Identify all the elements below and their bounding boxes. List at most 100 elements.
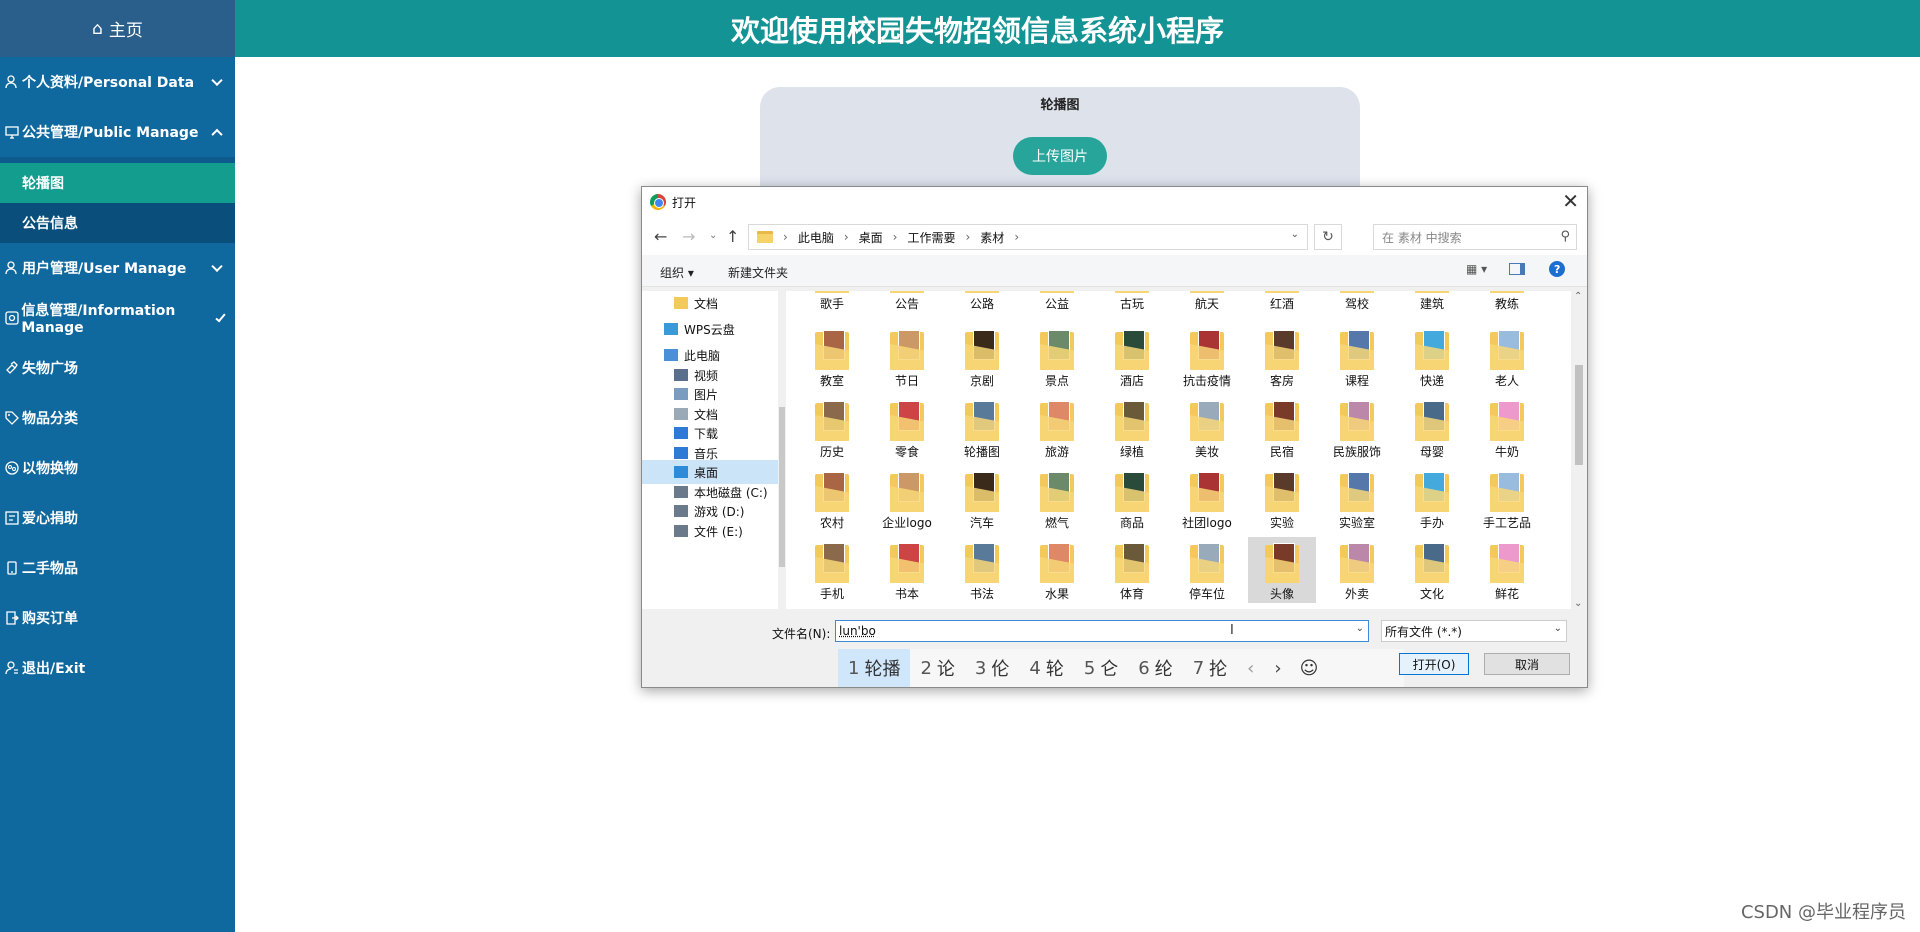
folder-item[interactable]: 农村 (798, 466, 866, 532)
folder-item[interactable]: 公路 (948, 291, 1016, 313)
folder-item[interactable]: 建筑 (1398, 291, 1466, 313)
breadcrumb-item[interactable]: 素材 (980, 229, 1004, 246)
folder-item[interactable]: 教练 (1473, 291, 1541, 313)
folder-item[interactable]: 旅游 (1023, 395, 1091, 461)
folder-item[interactable]: 手工艺品 (1473, 466, 1541, 532)
back-arrow-icon[interactable]: ← (654, 227, 667, 246)
chevron-down-icon[interactable]: ⌄ (1291, 229, 1299, 240)
sidebar-item-public-manage[interactable]: 公共管理/Public Manage (0, 107, 235, 157)
folder-item[interactable]: 酒店 (1098, 324, 1166, 390)
sidebar-item-user-manage[interactable]: 用户管理/User Manage (0, 243, 235, 293)
ime-candidate[interactable]: 4轮 (1019, 649, 1073, 687)
folder-item[interactable]: 客房 (1248, 324, 1316, 390)
help-icon[interactable]: ? (1549, 261, 1566, 277)
breadcrumb-item[interactable]: 此电脑 (798, 229, 834, 246)
nav-item[interactable]: 文档 (674, 291, 718, 315)
sidebar-subitem-carousel[interactable]: 轮播图 (0, 163, 235, 203)
folder-item[interactable]: 景点 (1023, 324, 1091, 390)
folder-item[interactable]: 鲜花 (1473, 537, 1541, 603)
folder-item[interactable]: 手机 (798, 537, 866, 603)
folder-item[interactable]: 课程 (1323, 324, 1391, 390)
address-bar[interactable]: › 此电脑 › 桌面 › 工作需要 › 素材 › ⌄ (748, 224, 1308, 250)
open-button[interactable]: 打开(O) (1399, 653, 1469, 675)
forward-arrow-icon[interactable]: → (682, 227, 695, 246)
sidebar-item-information-manage[interactable]: 信息管理/Information Manage (0, 293, 235, 343)
close-icon[interactable]: ✕ (1562, 191, 1579, 211)
folder-item[interactable]: 民宿 (1248, 395, 1316, 461)
sidebar-item-category[interactable]: 物品分类 (0, 393, 235, 443)
folder-item[interactable]: 公益 (1023, 291, 1091, 313)
breadcrumb-item[interactable]: 桌面 (859, 229, 883, 246)
ime-prev-icon[interactable]: ‹ (1237, 658, 1264, 679)
folder-item[interactable]: 实验室 (1323, 466, 1391, 532)
ime-next-icon[interactable]: › (1264, 658, 1291, 679)
folder-item[interactable]: 社团logo (1173, 466, 1241, 532)
folder-item[interactable]: 水果 (1023, 537, 1091, 603)
folder-item[interactable]: 商品 (1098, 466, 1166, 532)
ime-candidate[interactable]: 2论 (910, 649, 964, 687)
folder-item[interactable]: 母婴 (1398, 395, 1466, 461)
cancel-button[interactable]: 取消 (1484, 653, 1570, 675)
folder-item[interactable]: 燃气 (1023, 466, 1091, 532)
ime-candidate[interactable]: 5仑 (1074, 649, 1128, 687)
folder-item[interactable]: 快递 (1398, 324, 1466, 390)
folder-item[interactable]: 书本 (873, 537, 941, 603)
folder-item[interactable]: 歌手 (798, 291, 866, 313)
folder-item[interactable]: 外卖 (1323, 537, 1391, 603)
chevron-down-icon[interactable]: ⌄ (1356, 623, 1364, 634)
ime-candidate[interactable]: 3伦 (965, 649, 1019, 687)
folder-item[interactable]: 驾校 (1323, 291, 1391, 313)
folder-item[interactable]: 体育 (1098, 537, 1166, 603)
folder-item[interactable]: 京剧 (948, 324, 1016, 390)
folder-item[interactable]: 书法 (948, 537, 1016, 603)
folder-item[interactable]: 民族服饰 (1323, 395, 1391, 461)
folder-item[interactable]: 公告 (873, 291, 941, 313)
folder-item[interactable]: 老人 (1473, 324, 1541, 390)
folder-item[interactable]: 美妆 (1173, 395, 1241, 461)
new-folder-button[interactable]: 新建文件夹 (728, 264, 788, 281)
folder-item[interactable]: 古玩 (1098, 291, 1166, 313)
grid-scrollbar[interactable]: ⌃ ⌄ (1571, 291, 1587, 609)
nav-item[interactable]: 文件 (E:) (674, 519, 743, 543)
view-options-icon[interactable]: ▦ ▾ (1466, 262, 1487, 276)
filetype-select[interactable]: 所有文件 (*.*) ⌄ (1381, 620, 1567, 642)
refresh-icon[interactable]: ↻ (1314, 224, 1342, 250)
sidebar-item-donation[interactable]: 爱心捐助 (0, 493, 235, 543)
folder-item[interactable]: 历史 (798, 395, 866, 461)
ime-candidate[interactable]: 1 轮播 (838, 649, 911, 687)
sidebar-item-secondhand[interactable]: 二手物品 (0, 543, 235, 593)
nav-item[interactable]: WPS云盘 (664, 317, 735, 341)
up-arrow-icon[interactable]: ↑ (726, 227, 739, 246)
nav-scrollbar[interactable] (778, 291, 786, 609)
ime-candidate[interactable]: 7抡 (1183, 649, 1237, 687)
sidebar-item-exchange[interactable]: 以物换物 (0, 443, 235, 493)
sidebar-home[interactable]: ⌂ 主页 (0, 0, 235, 57)
folder-item[interactable]: 头像 (1248, 537, 1316, 603)
sidebar-item-orders[interactable]: 购买订单 (0, 593, 235, 643)
folder-item[interactable]: 企业logo (873, 466, 941, 532)
folder-item[interactable]: 抗击疫情 (1173, 324, 1241, 390)
folder-item[interactable]: 轮播图 (948, 395, 1016, 461)
sidebar-item-personal-data[interactable]: 个人资料/Personal Data (0, 57, 235, 107)
upload-image-button[interactable]: 上传图片 (1013, 137, 1107, 175)
sidebar-item-exit[interactable]: 退出/Exit (0, 643, 235, 693)
emoji-icon[interactable]: ☺ (1292, 658, 1327, 679)
folder-item[interactable]: 实验 (1248, 466, 1316, 532)
search-input[interactable]: 在 素材 中搜索 ⚲ (1373, 224, 1577, 250)
folder-item[interactable]: 零食 (873, 395, 941, 461)
breadcrumb-item[interactable]: 工作需要 (907, 229, 955, 246)
filename-input[interactable]: lun'bo I ⌄ (835, 620, 1369, 642)
folder-item[interactable]: 牛奶 (1473, 395, 1541, 461)
folder-item[interactable]: 绿植 (1098, 395, 1166, 461)
preview-pane-icon[interactable] (1509, 263, 1526, 275)
folder-item[interactable]: 红酒 (1248, 291, 1316, 313)
sidebar-subitem-announcement[interactable]: 公告信息 (0, 203, 235, 243)
folder-item[interactable]: 停车位 (1173, 537, 1241, 603)
folder-item[interactable]: 航天 (1173, 291, 1241, 313)
folder-item[interactable]: 文化 (1398, 537, 1466, 603)
recent-chevron-icon[interactable]: ⌄ (709, 230, 717, 241)
folder-item[interactable]: 汽车 (948, 466, 1016, 532)
sidebar-item-lost-square[interactable]: 失物广场 (0, 343, 235, 393)
folder-item[interactable]: 教室 (798, 324, 866, 390)
folder-item[interactable]: 手办 (1398, 466, 1466, 532)
